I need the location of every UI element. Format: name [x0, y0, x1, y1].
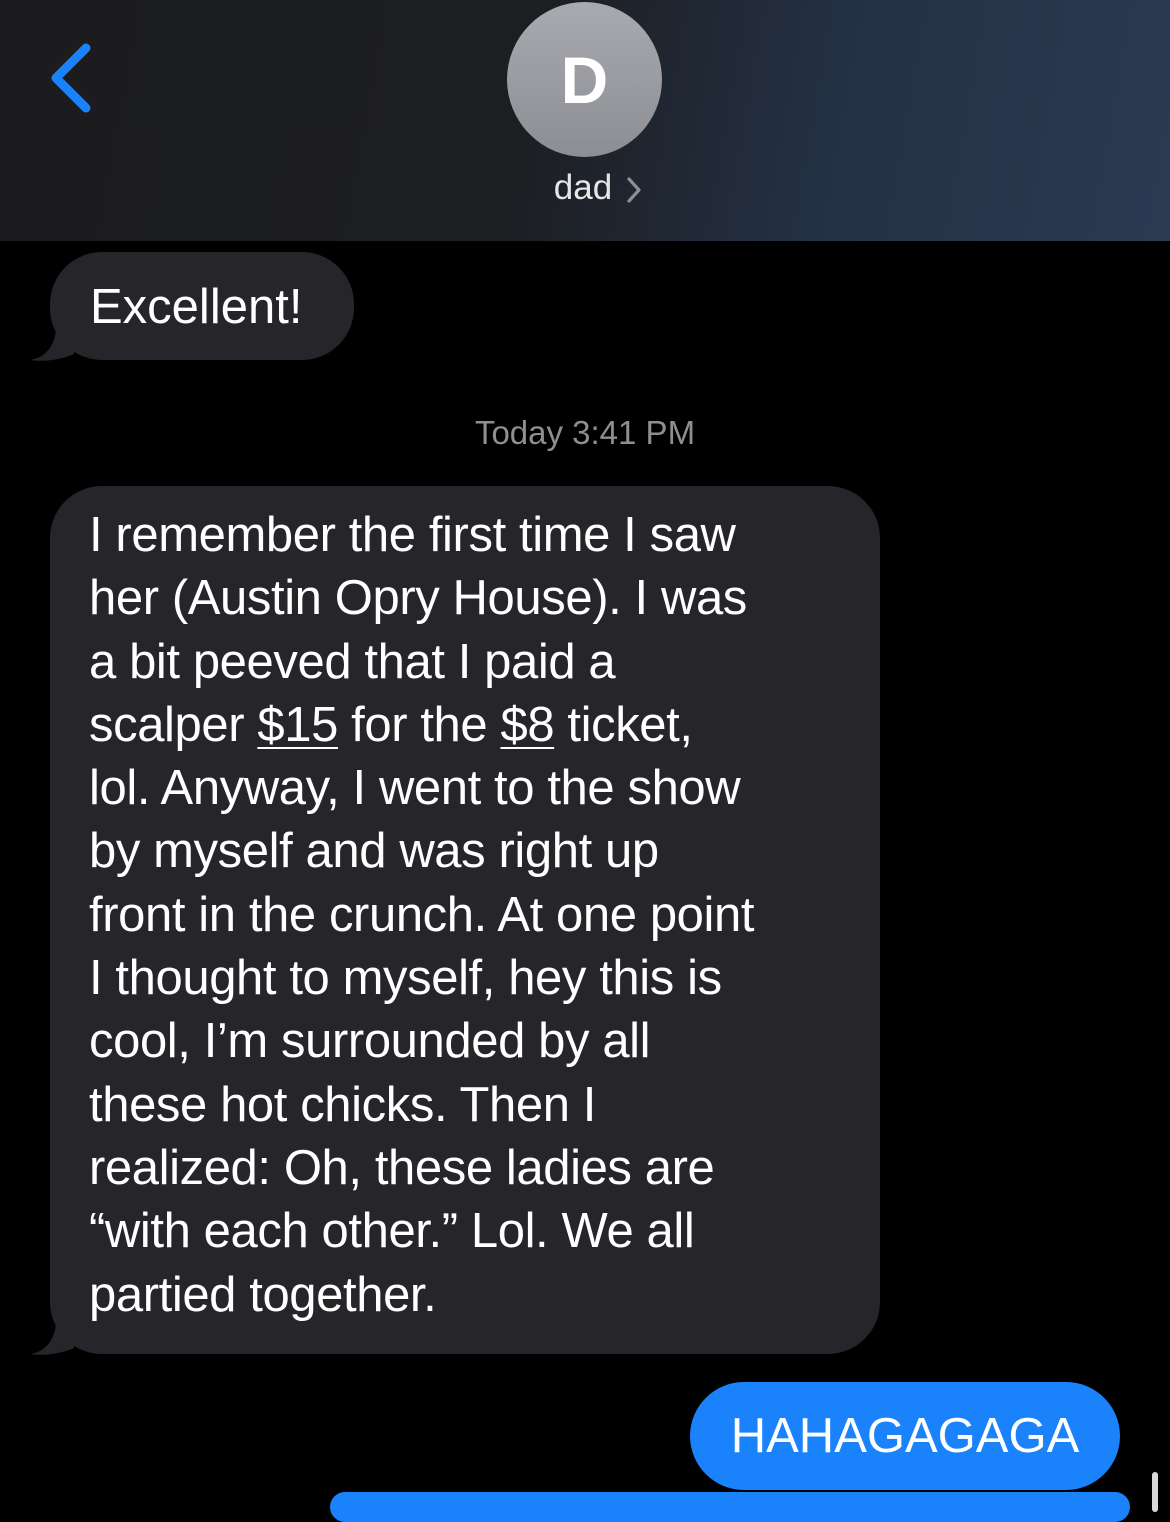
message-line: scalper $15 for the $8 ticket, [89, 694, 880, 757]
message-line: lol. Anyway, I went to the show [89, 761, 741, 816]
contact-avatar[interactable]: D [507, 2, 662, 157]
back-button[interactable] [36, 36, 106, 126]
message-line: her (Austin Opry House). I was [89, 571, 747, 626]
detected-price-link[interactable]: $8 [500, 698, 554, 752]
message-text: HAHAGAGAGA [730, 1409, 1080, 1463]
message-line: realized: Oh, these ladies are [89, 1140, 715, 1195]
scroll-indicator[interactable] [1152, 1472, 1158, 1512]
message-text: Excellent! [90, 280, 303, 334]
message-line: “with each other.” Lol. We all [89, 1204, 695, 1259]
chevron-right-icon [627, 177, 641, 203]
message-line: partied together. [89, 1267, 437, 1322]
message-timestamp: Today 3:41 PM [474, 414, 696, 451]
message-line: I thought to myself, hey this is [89, 951, 722, 1006]
message-bubble-incoming[interactable]: I remember the first time I saw her (Aus… [50, 486, 880, 1354]
message-line: these hot chicks. Then I [89, 1077, 597, 1132]
message-text-segment: ticket, [554, 697, 693, 752]
message-line: by myself and was right up [89, 824, 659, 879]
message-bubble-outgoing-partial[interactable] [330, 1492, 1130, 1522]
detected-price-link[interactable]: $15 [257, 698, 338, 752]
message-bubble-outgoing[interactable]: HAHAGAGAGA [690, 1382, 1120, 1490]
message-text-segment: scalper [89, 697, 258, 752]
message-line: I remember the first time I saw [89, 508, 736, 562]
contact-details-link[interactable]: dad [0, 168, 1170, 208]
avatar-initial: D [560, 42, 609, 117]
message-text-segment: for the [337, 697, 501, 752]
message-line: cool, I’m surrounded by all [89, 1014, 651, 1069]
conversation-header: D dad [0, 0, 1170, 241]
message-line: a bit peeved that I paid a [89, 634, 616, 689]
message-bubble-incoming[interactable]: Excellent! [50, 252, 354, 360]
contact-name: dad [553, 168, 613, 207]
chevron-left-icon [51, 43, 91, 113]
message-line: front in the crunch. At one point [89, 887, 755, 942]
